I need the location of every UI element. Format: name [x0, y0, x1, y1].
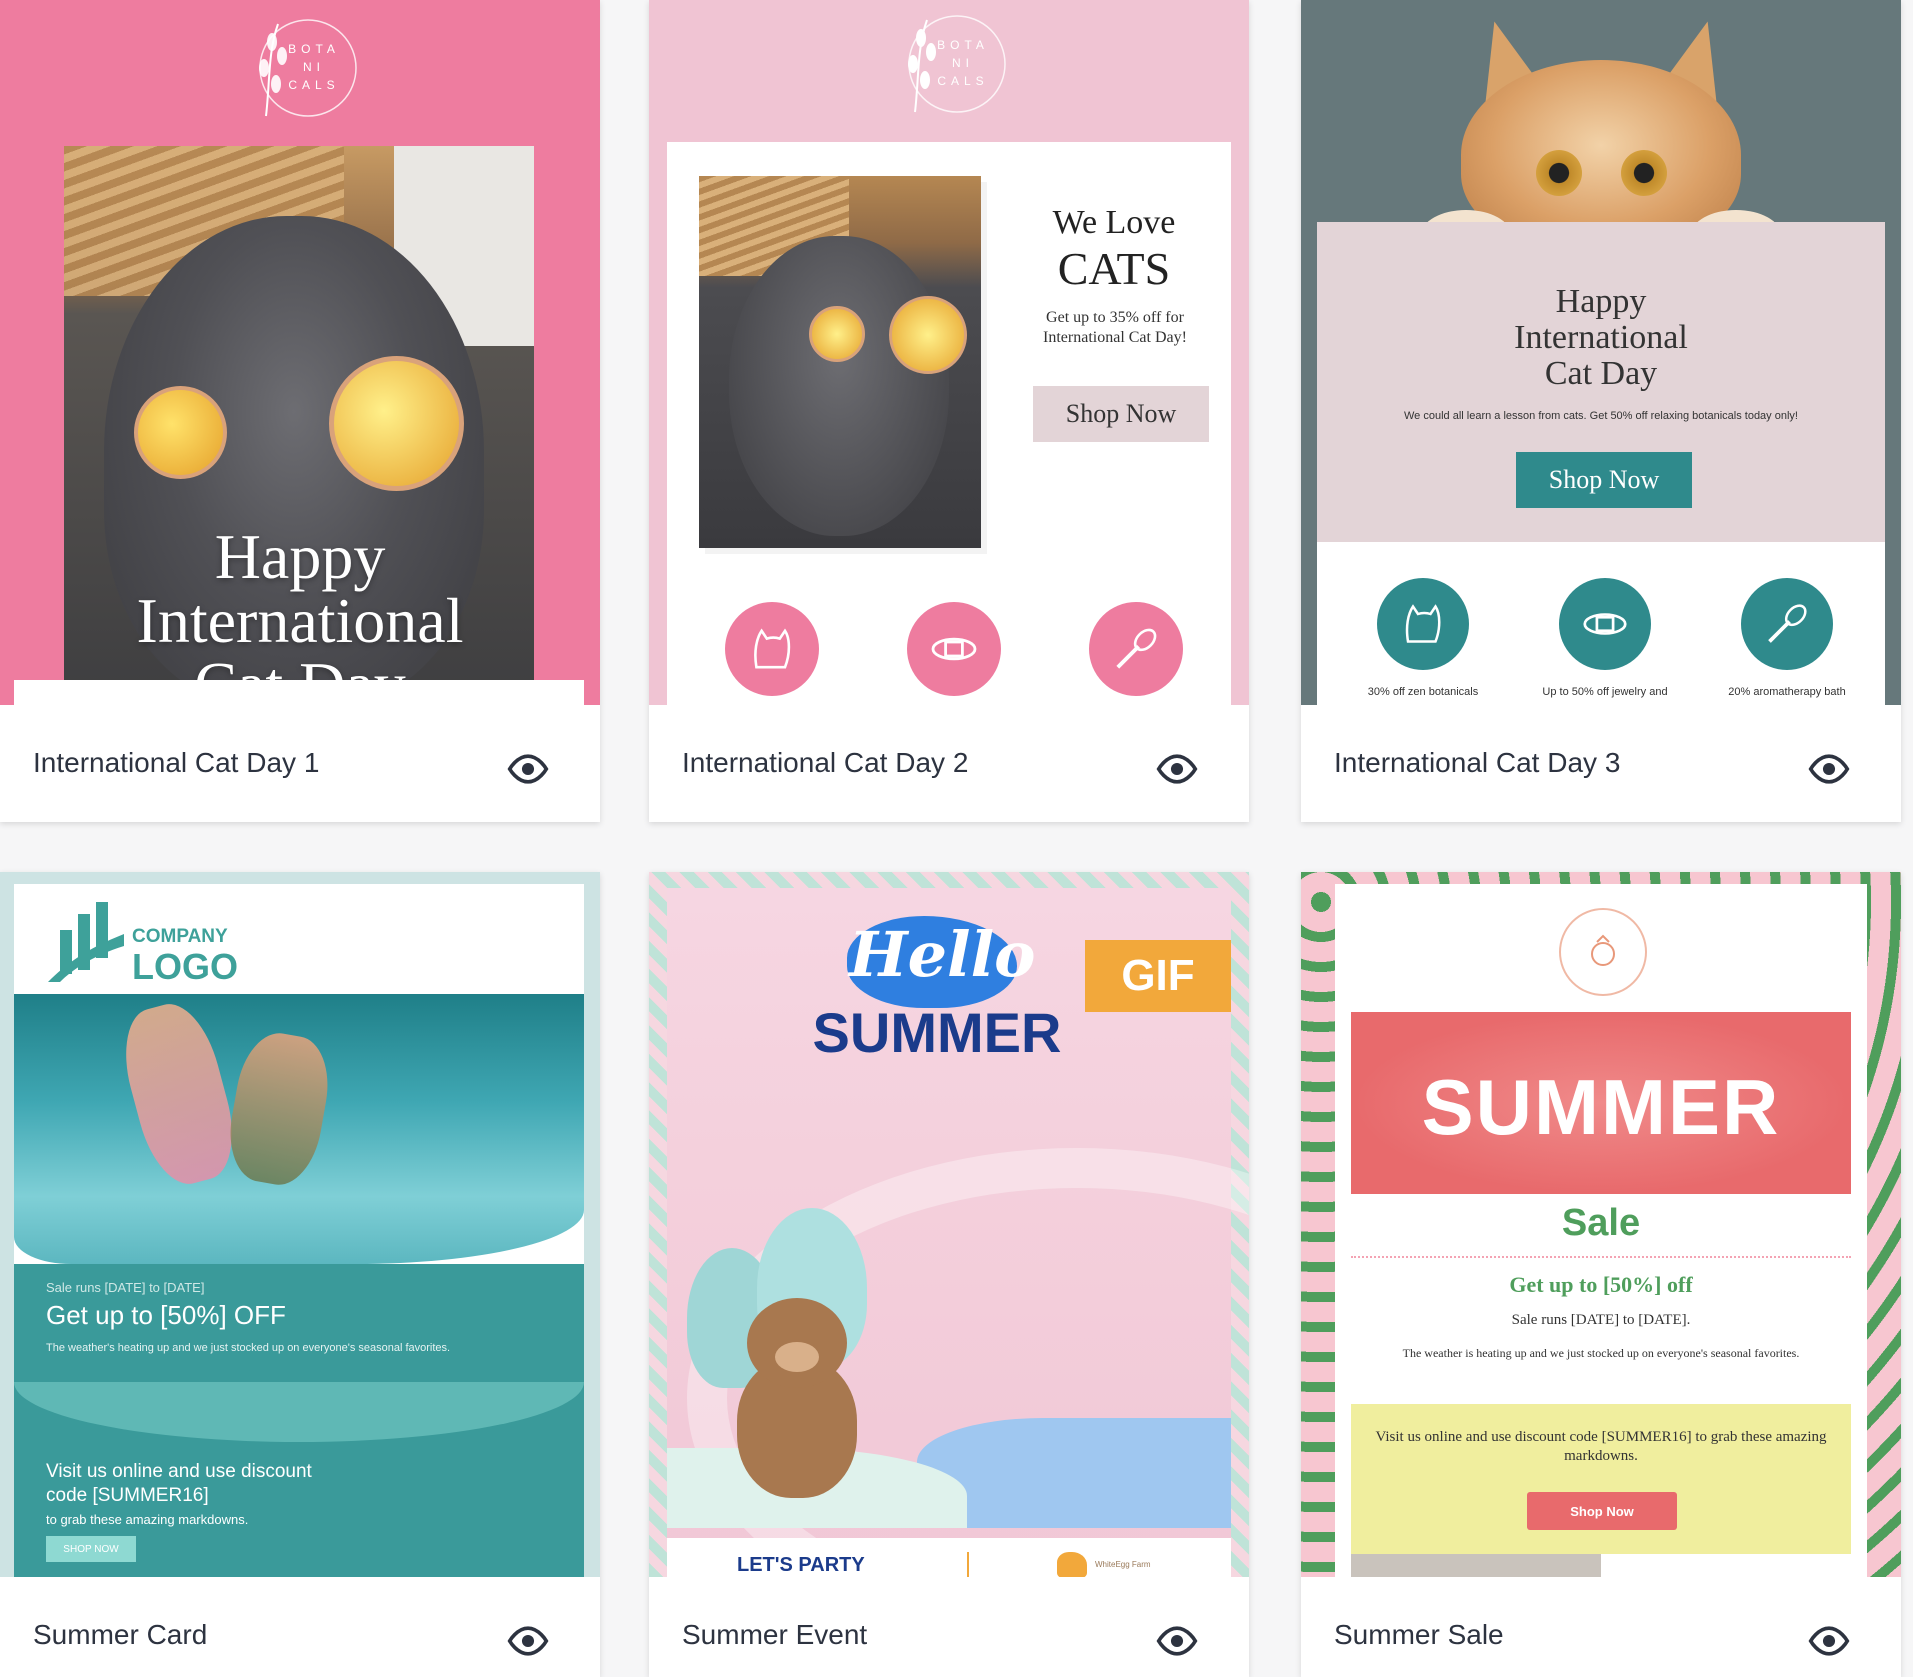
bottom-bar: LET'S PARTY WhiteEgg Farm [667, 1538, 1231, 1577]
card-footer: Summer Sale [1301, 1577, 1901, 1677]
offer-panel: Sale runs [DATE] to [DATE] Get up to [50… [14, 1264, 584, 1577]
shop-now-button[interactable]: Shop Now [1033, 386, 1209, 442]
offer-heading: Get up to [50%] OFF [46, 1300, 286, 1330]
party-text: LET'S PARTY [737, 1554, 865, 1576]
summer-banner: SUMMER [1351, 1012, 1851, 1194]
logo-line: NI [303, 60, 325, 74]
sale-dates: Sale runs [DATE] to [DATE] [46, 1280, 205, 1295]
template-thumbnail[interactable]: BOTA NI CALS Happy International Cat Day [0, 0, 600, 705]
gif-badge: GIF [1085, 940, 1231, 1012]
template-card[interactable]: Happy International Cat Day We could all… [1301, 0, 1901, 822]
template-title: Summer Event [682, 1619, 868, 1650]
cat-photo [699, 176, 981, 548]
sunglasses [134, 346, 474, 491]
logo-line: CALS [937, 74, 989, 88]
bear-illustration [727, 1298, 867, 1498]
template-title: Summer Card [33, 1619, 208, 1650]
pet-brush-icon [1741, 578, 1833, 670]
headline-line: Cat Day [1544, 355, 1658, 392]
farm-badge-icon [1559, 908, 1647, 996]
offer-heading: Get up to [50%] off [1509, 1272, 1693, 1297]
template-title: International Cat Day 2 [682, 747, 969, 778]
cat-face-icon [1377, 578, 1469, 670]
hello-text: Hello [849, 918, 1036, 991]
cat-face-icon [725, 602, 819, 696]
headline-line: International [1514, 319, 1688, 356]
email-header-panel: Happy International Cat Day We could all… [1317, 222, 1885, 542]
template-title: International Cat Day 1 [33, 747, 320, 778]
preview-eye-icon[interactable] [506, 747, 550, 791]
logo-bottom: LOGO [132, 946, 238, 987]
feature-caption: Up to 50% off jewelry and [1542, 686, 1668, 698]
heading-cats: CATS [1057, 243, 1171, 294]
card-footer: International Cat Day 3 [1301, 705, 1901, 822]
preview-eye-icon[interactable] [1807, 1619, 1851, 1663]
pet-brush-icon [1089, 602, 1183, 696]
visit-line: code [SUMMER16] [46, 1485, 209, 1506]
logo-line: BOTA [937, 38, 989, 52]
card-footer: Summer Card [0, 1577, 600, 1677]
preview-eye-icon[interactable] [506, 1619, 550, 1663]
brand-text: WhiteEgg Farm [1095, 1560, 1151, 1569]
template-card[interactable]: BOTA NI CALS Happy International Cat Day… [0, 0, 600, 822]
sale-text: Sale [1561, 1202, 1641, 1244]
template-title: International Cat Day 3 [1334, 747, 1621, 778]
cat-collar-icon [907, 602, 1001, 696]
kitten-photo [1421, 12, 1781, 260]
visit-line: to grab these amazing markdowns. [46, 1512, 249, 1527]
headline-line: Happy [214, 521, 386, 592]
template-thumbnail[interactable]: Happy International Cat Day We could all… [1301, 0, 1901, 705]
cat-collar-icon [1559, 578, 1651, 670]
template-card[interactable]: COMPANY LOGO Sale runs [DATE] to [DATE] … [0, 872, 600, 1677]
card-footer: International Cat Day 1 [0, 705, 600, 822]
logo-top: COMPANY [132, 926, 228, 947]
summer-text: SUMMER [812, 1001, 1062, 1064]
card-footer: International Cat Day 2 [649, 705, 1249, 822]
email-body: SUMMER Sale Get up to [50%] off Sale run… [1335, 884, 1867, 1577]
summer-text: SUMMER [1421, 1063, 1781, 1151]
visit-text: Visit us online and use discount code [S… [1375, 1429, 1827, 1464]
preview-eye-icon[interactable] [1807, 747, 1851, 791]
template-title: Summer Sale [1334, 1619, 1504, 1650]
card-footer: Summer Event [649, 1577, 1249, 1677]
promo-text: Get up to 35% off for International Cat … [1043, 309, 1187, 346]
logo-line: NI [952, 56, 974, 70]
offer-description: The weather's heating up and we just sto… [46, 1342, 451, 1354]
template-thumbnail[interactable]: SUMMER Sale Get up to [50%] off Sale run… [1301, 872, 1901, 1577]
heading-we-love: We Love [1052, 204, 1176, 241]
duck-logo-icon [1057, 1552, 1087, 1577]
promo-text: We could all learn a lesson from cats. G… [1404, 410, 1798, 422]
template-thumbnail[interactable]: BOTA NI CALS We Love CATS Get up to 35% … [649, 0, 1249, 705]
logo-line: BOTA [288, 42, 340, 56]
preview-eye-icon[interactable] [1155, 1619, 1199, 1663]
shop-now-button[interactable]: SHOP NOW [46, 1536, 136, 1562]
headline-line: Happy [1555, 283, 1647, 320]
pool-photo [14, 994, 584, 1264]
preview-eye-icon[interactable] [1155, 747, 1199, 791]
template-thumbnail[interactable]: COMPANY LOGO Sale runs [DATE] to [DATE] … [0, 872, 600, 1577]
offer-description: The weather is heating up and we just st… [1402, 1346, 1800, 1360]
buildings-logo-icon [48, 902, 124, 982]
feature-caption: 30% off zen botanicals [1367, 686, 1479, 698]
template-card[interactable]: BOTA NI CALS We Love CATS Get up to 35% … [649, 0, 1249, 822]
discount-panel: Visit us online and use discount code [S… [1351, 1404, 1851, 1554]
headline-line: International [136, 585, 464, 656]
feature-caption: 20% aromatherapy bath [1728, 686, 1846, 698]
product-photo [1351, 1554, 1601, 1577]
email-body: Hello SUMMER GIF LET'S PARTY WhiteEgg Fa… [667, 888, 1249, 1577]
botanicals-logo: BOTA NI CALS [889, 8, 1009, 118]
sale-dates: Sale runs [DATE] to [DATE]. [1511, 1312, 1691, 1328]
company-logo: COMPANY LOGO [46, 894, 246, 987]
template-card[interactable]: Hello SUMMER GIF LET'S PARTY WhiteEgg Fa… [649, 872, 1249, 1677]
template-card[interactable]: SUMMER Sale Get up to [50%] off Sale run… [1301, 872, 1901, 1677]
shop-now-button[interactable]: Shop Now [1527, 1492, 1677, 1530]
shop-now-button[interactable]: Shop Now [1516, 452, 1692, 508]
visit-line: Visit us online and use discount [46, 1461, 312, 1482]
botanicals-logo: BOTA NI CALS [240, 12, 360, 122]
template-thumbnail[interactable]: Hello SUMMER GIF LET'S PARTY WhiteEgg Fa… [649, 872, 1249, 1577]
logo-line: CALS [288, 78, 340, 92]
